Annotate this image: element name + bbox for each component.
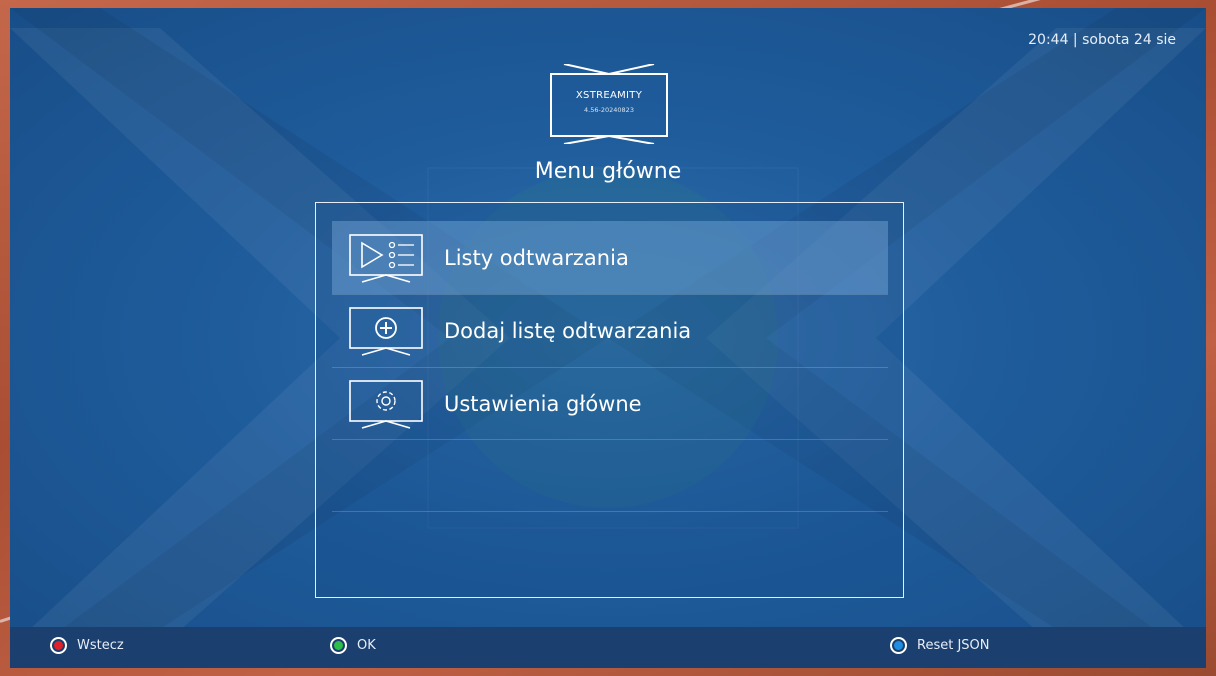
menu-item-settings[interactable]: Ustawienia główne xyxy=(332,368,888,440)
menu-item-label: Dodaj listę odtwarzania xyxy=(444,319,692,343)
back-button-label: Wstecz xyxy=(77,638,124,653)
app-logo: XSTREAMITY 4.56-20240823 xyxy=(550,63,668,145)
menu-item-playlists[interactable]: Listy odtwarzania xyxy=(332,221,888,294)
menu-divider xyxy=(332,439,888,440)
gear-icon xyxy=(348,379,424,429)
green-button-icon xyxy=(330,637,347,654)
ok-button[interactable]: OK xyxy=(330,637,376,654)
add-circle-icon xyxy=(348,306,424,356)
blue-button-icon xyxy=(890,637,907,654)
logo-text: XSTREAMITY xyxy=(575,90,643,101)
back-button[interactable]: Wstecz xyxy=(50,637,124,654)
main-menu: Listy odtwarzania Dodaj listę odtwarzani… xyxy=(315,202,904,598)
reset-json-button-label: Reset JSON xyxy=(917,638,990,653)
ok-button-label: OK xyxy=(357,638,376,653)
clock-status: 20:44 | sobota 24 sie xyxy=(1028,32,1176,48)
red-button-icon xyxy=(50,637,67,654)
menu-item-add-playlist[interactable]: Dodaj listę odtwarzania xyxy=(332,295,888,367)
main-screen: 20:44 | sobota 24 sie XSTREAMITY 4.56-20… xyxy=(10,8,1206,668)
menu-divider xyxy=(332,511,888,512)
tv-frame-icon xyxy=(550,63,668,145)
menu-item-label: Listy odtwarzania xyxy=(444,245,629,270)
menu-item-label: Ustawienia główne xyxy=(444,392,642,416)
reset-json-button[interactable]: Reset JSON xyxy=(890,637,990,654)
footer-button-bar: Wstecz OK Reset JSON xyxy=(10,627,1206,668)
playlist-icon xyxy=(348,233,424,283)
logo-version: 4.56-20240823 xyxy=(584,106,634,114)
page-title: Menu główne xyxy=(534,159,682,184)
